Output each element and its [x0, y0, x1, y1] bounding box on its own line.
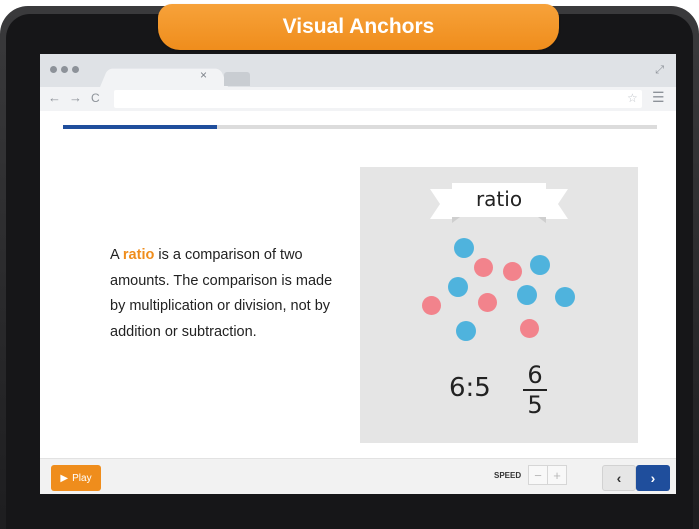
- ratio-colon-notation: 6:5: [449, 373, 491, 403]
- lesson-text: A ratio is a comparison of two amounts. …: [110, 243, 350, 345]
- lesson-text-prefix: A: [110, 247, 123, 263]
- pink-dot: [422, 296, 441, 315]
- tab-bar: × ⤢: [40, 54, 676, 88]
- url-input[interactable]: [114, 90, 642, 108]
- back-arrow-icon[interactable]: ←: [48, 90, 61, 105]
- browser-tab[interactable]: [99, 68, 229, 88]
- address-bar: ← → C ☆ ☰: [40, 87, 676, 111]
- blue-dot: [448, 277, 468, 297]
- bookmark-star-icon[interactable]: ☆: [627, 91, 638, 105]
- browser-window: × ⤢ ← → C ☆ ☰ A ratio is a comparison of…: [40, 54, 676, 494]
- pink-dot: [503, 262, 522, 281]
- play-icon: ▶: [60, 472, 69, 484]
- blue-dot: [456, 321, 476, 341]
- reload-icon[interactable]: C: [91, 91, 100, 105]
- tab-close-icon[interactable]: ×: [200, 68, 207, 82]
- previous-button[interactable]: ‹: [602, 465, 636, 491]
- fraction-denominator: 5: [527, 391, 543, 419]
- next-button[interactable]: ›: [636, 465, 670, 491]
- speed-label: SPEED: [494, 471, 522, 480]
- play-label: Play: [72, 472, 92, 484]
- play-button[interactable]: ▶ Play: [51, 465, 101, 491]
- banner-word: ratio: [475, 187, 523, 211]
- menu-icon[interactable]: ☰: [652, 89, 665, 106]
- window-close-dot[interactable]: [50, 66, 57, 73]
- new-tab-button[interactable]: [224, 72, 250, 86]
- forward-arrow-icon[interactable]: →: [69, 90, 82, 105]
- window-minimize-dot[interactable]: [61, 66, 68, 73]
- pink-dot: [474, 258, 493, 277]
- window-zoom-dot[interactable]: [72, 66, 79, 73]
- blue-dot: [454, 238, 474, 258]
- playback-controls: ▶ Play SPEED − + ‹ ›: [40, 458, 676, 494]
- blue-dot: [530, 255, 550, 275]
- lesson-progress-fill: [63, 125, 218, 129]
- speed-decrease-button[interactable]: −: [528, 465, 548, 485]
- lesson-keyword: ratio: [122, 247, 155, 263]
- header-title: Visual Anchors: [158, 4, 559, 50]
- expand-icon[interactable]: ⤢: [655, 64, 664, 77]
- pink-dot: [520, 319, 539, 338]
- blue-dot: [555, 287, 575, 307]
- fraction-numerator: 6: [527, 361, 543, 389]
- speed-increase-button[interactable]: +: [547, 465, 567, 485]
- ratio-fraction: 6 5: [523, 362, 547, 418]
- blue-dot: [517, 285, 537, 305]
- pink-dot: [478, 293, 497, 312]
- ratio-illustration: ratio 6:5 6 5: [360, 167, 638, 443]
- lesson-progress-bar: [63, 125, 657, 129]
